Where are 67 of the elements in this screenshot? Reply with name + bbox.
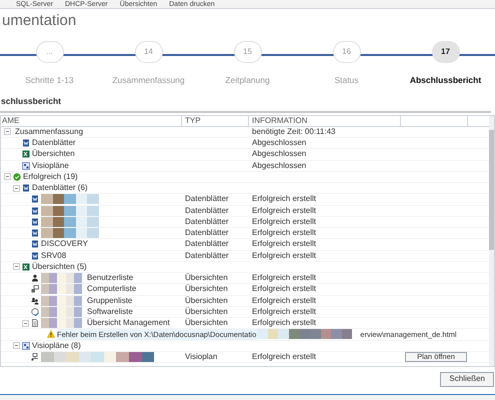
item-name[interactable]: Gruppenliste — [87, 294, 132, 307]
scrollbar[interactable] — [489, 116, 494, 366]
item-name[interactable]: Übersichten (5) — [32, 260, 87, 273]
item-name[interactable]: Zusammenfassung — [15, 126, 84, 138]
item-name[interactable]: Datenblätter — [32, 137, 76, 150]
table-cell: Übersichten — [185, 283, 228, 296]
item-name[interactable]: Softwareliste — [87, 306, 133, 318]
item-name[interactable]: Computerliste — [87, 283, 136, 296]
table-cell: Datenblätter — [185, 227, 229, 240]
table-cell: Erfolgreich erstellt — [252, 306, 316, 318]
collapse-icon[interactable] — [13, 263, 20, 270]
item-name[interactable]: DISCOVERY — [41, 238, 88, 250]
diagram-icon — [22, 162, 30, 170]
table-cell: Erfolgreich erstellt — [252, 227, 316, 240]
item-name[interactable]: Erfolgreich (19) — [23, 170, 78, 183]
table-cell: Übersichten — [185, 306, 228, 318]
table-cell: Erfolgreich erstellt — [252, 283, 316, 296]
window-title: umentation — [1, 12, 76, 30]
step-label: Abschlussbericht — [410, 74, 482, 87]
table-cell: Erfolgreich erstellt — [252, 204, 316, 217]
item-name[interactable]: Datenblätter (6) — [32, 182, 88, 194]
table-cell: Übersichten — [185, 294, 228, 307]
step-label: Schritte 1-13 — [25, 74, 74, 87]
table-cell: Visioplan — [185, 350, 218, 363]
warning-icon — [47, 330, 55, 338]
table-cell-text: Übersichten — [185, 272, 228, 284]
scrollbar-thumb[interactable] — [489, 130, 494, 250]
close-button[interactable]: Schließen — [440, 372, 494, 387]
item-name[interactable]: Visiopläne — [32, 160, 69, 172]
users-icon — [31, 296, 39, 305]
section-title: schlussbericht — [0, 95, 61, 108]
table-cell: Erfolgreich erstellt — [252, 216, 316, 228]
table-cell: Datenblätter — [185, 204, 229, 217]
table-cell: benötigte Zeit: 00:11:43 — [252, 126, 336, 138]
column-header[interactable]: TYP — [182, 116, 249, 126]
table-cell: Datenblätter — [185, 216, 229, 228]
table-cell: Erfolgreich erstellt — [252, 317, 316, 330]
item-name[interactable]: Benutzerliste — [87, 272, 134, 284]
step-label: Zusammenfassung — [112, 74, 185, 87]
table-cell: Erfolgreich erstellt — [252, 294, 316, 307]
item-name[interactable]: Visiopläne (8) — [32, 340, 81, 352]
table-cell: Abgeschlossen — [252, 160, 306, 172]
table-cell: Erfolgreich erstellt — [252, 250, 316, 262]
table-cell: Erfolgreich erstellt — [252, 272, 316, 284]
table-cell: Datenblätter — [185, 193, 229, 206]
diagram-icon — [22, 342, 30, 350]
item-name[interactable]: Übersicht Management — [87, 317, 170, 330]
table-cell: Erfolgreich erstellt — [252, 238, 316, 250]
user-icon — [31, 274, 39, 282]
collapse-icon[interactable] — [4, 128, 11, 136]
table-cell: Abgeschlossen — [252, 137, 306, 150]
table-cell: Erfolgreich erstellt — [252, 193, 316, 206]
table-cell: Datenblätter — [185, 250, 229, 262]
item-name[interactable]: SRV08 — [41, 250, 66, 262]
collapse-icon[interactable] — [13, 342, 20, 350]
collapse-icon[interactable] — [22, 320, 29, 327]
step-label: Status — [334, 74, 359, 87]
column-header[interactable]: INFORMATION — [249, 116, 401, 126]
table-cell: Übersichten — [185, 317, 228, 330]
collapse-icon[interactable] — [13, 184, 20, 192]
step-label: Zeitplanung — [225, 74, 270, 87]
table-cell: Datenblätter — [185, 238, 229, 250]
column-header[interactable]: AME — [1, 116, 182, 126]
collapse-icon[interactable] — [4, 173, 11, 180]
table-cell: Erfolgreich erstellt — [252, 350, 316, 363]
table-cell: Abgeschlossen — [252, 148, 306, 160]
item-name[interactable]: Übersichten — [32, 148, 75, 160]
